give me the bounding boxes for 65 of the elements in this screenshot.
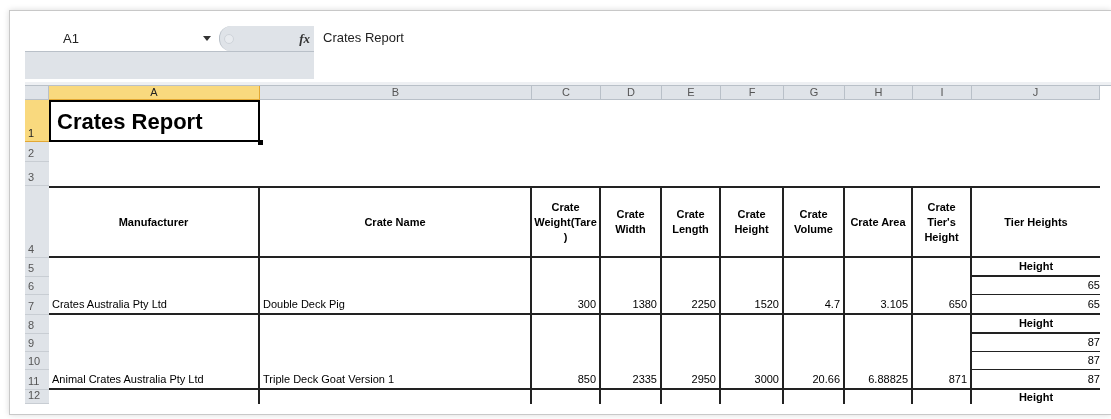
column-header[interactable]: G [784, 86, 845, 100]
column-heading: Crate Area [845, 186, 913, 258]
column-header[interactable]: E [662, 86, 721, 100]
dropdown-caret-icon[interactable] [203, 36, 211, 41]
column-heading: Crate Width [601, 186, 662, 258]
row-header[interactable]: 6 [25, 277, 49, 295]
tier-height-label: Height [972, 258, 1100, 277]
table-cell: 1520 [721, 258, 784, 315]
row-header[interactable]: 7 [25, 295, 49, 315]
table-cell: Animal Crates Australia Pty Ltd [49, 315, 260, 390]
table-cell: 6.88825 [845, 315, 913, 390]
column-heading: Crate Height [721, 186, 784, 258]
table-cell: 20.66 [784, 315, 845, 390]
table-cell: 65 [972, 295, 1100, 315]
table-cell: Triple Deck Goat Version 1 [260, 315, 532, 390]
table-cell: 2250 [662, 258, 721, 315]
table-cell: 300 [532, 258, 601, 315]
column-header[interactable]: A [49, 86, 260, 100]
column-header[interactable]: J [972, 86, 1100, 100]
table-cell: 850 [532, 315, 601, 390]
table-cell: 87 [972, 370, 1100, 390]
table-cell: 4.7 [784, 258, 845, 315]
table-cell: 3.105 [845, 258, 913, 315]
table-cell: 65 [972, 277, 1100, 295]
title-cell[interactable]: Crates Report [49, 100, 260, 142]
round-button-icon [224, 33, 234, 44]
table-cell: 87 [972, 334, 1100, 352]
column-heading: Crate Length [662, 186, 721, 258]
column-heading: Crate Volume [784, 186, 845, 258]
column-heading: Tier Heights [972, 186, 1100, 258]
row-header[interactable]: 11 [25, 370, 49, 390]
table-cell: 1380 [601, 258, 662, 315]
select-all-corner[interactable] [25, 86, 49, 100]
table-cell: 650 [913, 258, 972, 315]
row-header[interactable]: 10 [25, 352, 49, 370]
column-heading: Crate Weight(Tare) [532, 186, 601, 258]
table-cell: 3000 [721, 315, 784, 390]
tier-height-label: Height [972, 315, 1100, 334]
column-heading: Crate Tier's Height [913, 186, 972, 258]
table-cell: 871 [913, 315, 972, 390]
column-heading: Manufacturer [49, 186, 260, 258]
column-header[interactable]: I [913, 86, 972, 100]
tier-height-label: Height [1017, 390, 1055, 404]
formula-bar-handle[interactable]: fx [219, 26, 314, 51]
row-header[interactable]: 9 [25, 334, 49, 352]
table-cell: Crates Australia Pty Ltd [49, 258, 260, 315]
table-cell: 87 [972, 352, 1100, 370]
row-header[interactable]: 8 [25, 315, 49, 334]
column-header[interactable]: F [721, 86, 784, 100]
row-header[interactable]: 2 [25, 142, 49, 162]
column-header[interactable]: H [845, 86, 913, 100]
row-header[interactable]: 3 [25, 162, 49, 186]
table-cell: 2950 [662, 315, 721, 390]
row-header[interactable]: 1 [25, 100, 49, 142]
function-button[interactable]: fx [299, 28, 314, 49]
column-header[interactable]: D [601, 86, 662, 100]
column-header[interactable]: B [260, 86, 532, 100]
row-header[interactable]: 4 [25, 186, 49, 258]
fill-handle[interactable] [258, 140, 263, 145]
column-heading: Crate Name [260, 186, 532, 258]
table-cell: Double Deck Pig [260, 258, 532, 315]
column-header[interactable]: C [532, 86, 601, 100]
table-cell: 2335 [601, 315, 662, 390]
row-header[interactable]: 12 [25, 390, 49, 404]
row-header[interactable]: 5 [25, 258, 49, 277]
